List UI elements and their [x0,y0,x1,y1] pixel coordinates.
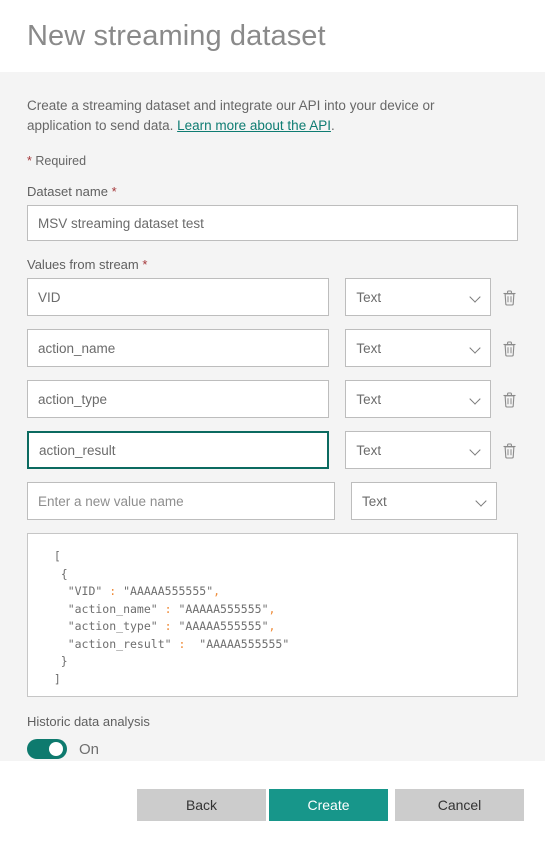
value-type-select-wrap-3: TextNumberDateTimeBoolean [345,431,492,469]
historic-data-analysis-row: On [27,739,518,759]
value-rows-list: TextNumberDateTimeBoolean TextNumberDateT… [27,278,518,520]
values-required-asterisk: * [142,257,148,272]
value-type-select-wrap-1: TextNumberDateTimeBoolean [345,329,492,367]
intro-text: Create a streaming dataset and integrate… [27,96,457,136]
values-from-stream-label-text: Values from stream [27,257,139,272]
value-type-select-0[interactable]: TextNumberDateTimeBoolean [345,278,492,316]
value-name-input-2[interactable] [27,380,330,418]
dataset-name-required-asterisk: * [111,184,117,199]
dataset-name-label: Dataset name * [27,184,518,199]
page-title: New streaming dataset [27,19,326,52]
trash-icon[interactable] [500,338,518,358]
value-row: TextNumberDateTimeBoolean [27,380,518,418]
value-type-select-wrap-0: TextNumberDateTimeBoolean [345,278,492,316]
value-name-input-3[interactable] [27,431,330,469]
create-button[interactable]: Create [269,789,388,821]
dataset-name-label-text: Dataset name [27,184,108,199]
dialog-body-panel: Create a streaming dataset and integrate… [0,72,545,761]
toggle-knob [49,742,63,756]
dialog-footer: Back Create Cancel [0,761,545,863]
cancel-button[interactable]: Cancel [395,789,524,821]
required-note: * Required [27,154,518,168]
value-row: TextNumberDateTimeBoolean [27,482,518,520]
value-row: TextNumberDateTimeBoolean [27,431,518,469]
value-type-select-1[interactable]: TextNumberDateTimeBoolean [345,329,492,367]
dataset-name-input[interactable] [27,205,518,241]
trash-icon[interactable] [500,440,518,460]
value-name-input-0[interactable] [27,278,330,316]
historic-data-analysis-label: Historic data analysis [27,714,150,729]
intro-text-after: . [330,118,335,133]
value-row: TextNumberDateTimeBoolean [27,278,518,316]
required-note-label: Required [31,154,87,168]
value-name-input-1[interactable] [27,329,330,367]
back-button[interactable]: Back [137,789,266,821]
value-type-select-wrap-2: TextNumberDateTimeBoolean [345,380,492,418]
value-type-select-4[interactable]: TextNumberDateTimeBoolean [351,482,497,520]
value-name-input-4[interactable] [27,482,335,520]
value-type-select-wrap-4: TextNumberDateTimeBoolean [351,482,497,520]
historic-data-analysis-state: On [79,740,100,758]
value-type-select-2[interactable]: TextNumberDateTimeBoolean [345,380,492,418]
trash-icon[interactable] [500,287,518,307]
json-preview-box: [ { "VID" : "AAAAA555555", "action_name"… [27,533,518,697]
value-type-select-3[interactable]: TextNumberDateTimeBoolean [345,431,492,469]
historic-data-analysis-toggle[interactable] [27,739,67,759]
json-preview-text: [ { "VID" : "AAAAA555555", "action_name"… [40,549,290,686]
values-from-stream-label: Values from stream * [27,257,518,272]
dialog-header: New streaming dataset [0,0,545,72]
learn-more-api-link[interactable]: Learn more about the API [177,118,331,133]
trash-icon[interactable] [500,389,518,409]
value-row: TextNumberDateTimeBoolean [27,329,518,367]
